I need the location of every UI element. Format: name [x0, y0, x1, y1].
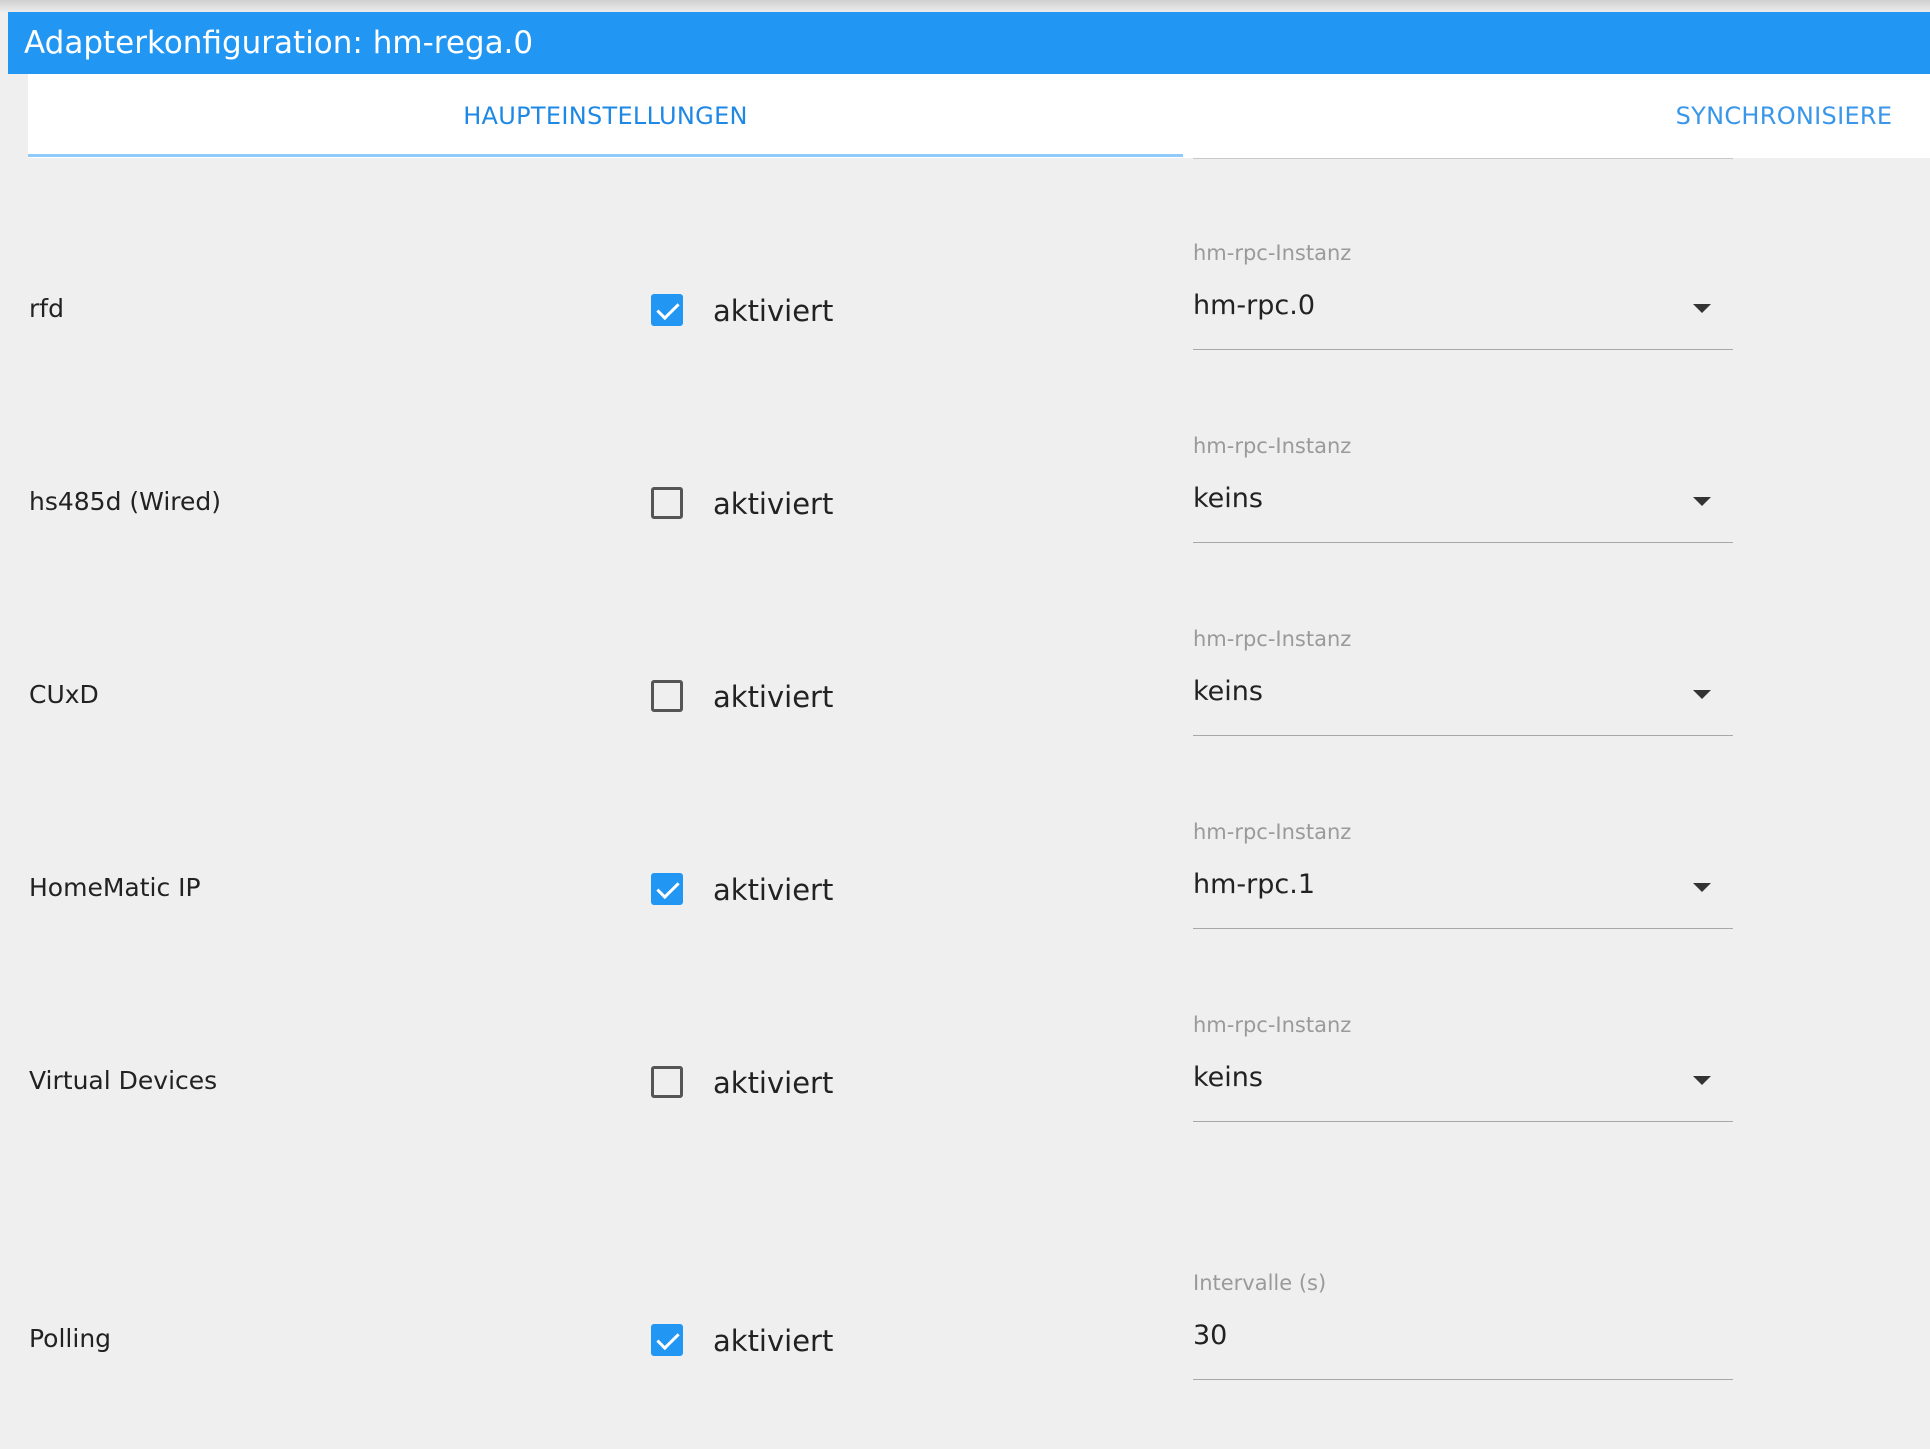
cuxd-checkbox[interactable]: [651, 680, 683, 712]
row-label: Virtual Devices: [29, 1066, 218, 1095]
divider: [1193, 158, 1733, 159]
setting-row-polling: Polling aktiviert Intervalle (s) 30: [0, 1271, 1930, 1396]
input-value[interactable]: 30: [1193, 1320, 1227, 1351]
checkbox-label: aktiviert: [713, 487, 834, 521]
setting-row-hs485d: hs485d (Wired) aktiviert hm-rpc-Instanz …: [0, 434, 1930, 559]
window-top-strip: [0, 0, 1930, 12]
hs485d-checkbox[interactable]: [651, 487, 683, 519]
active-tab-indicator: [28, 154, 1183, 157]
field-label: hm-rpc-Instanz: [1193, 434, 1352, 458]
tab-haupteinstellungen[interactable]: HAUPTEINSTELLUNGEN: [28, 74, 1183, 158]
checkbox-label: aktiviert: [713, 1324, 834, 1358]
dropdown-arrow-icon[interactable]: [1693, 690, 1711, 699]
row-label: rfd: [29, 294, 64, 323]
field-label: Intervalle (s): [1193, 1271, 1327, 1295]
dropdown-arrow-icon[interactable]: [1693, 1076, 1711, 1085]
checkbox-label: aktiviert: [713, 1066, 834, 1100]
field-underline: [1193, 928, 1733, 929]
field-underline: [1193, 542, 1733, 543]
dropdown-arrow-icon[interactable]: [1693, 304, 1711, 313]
dropdown-arrow-icon[interactable]: [1693, 883, 1711, 892]
select-value[interactable]: hm-rpc.0: [1193, 290, 1315, 321]
field-label: hm-rpc-Instanz: [1193, 241, 1352, 265]
field-label: hm-rpc-Instanz: [1193, 627, 1352, 651]
tab-synchronisiere[interactable]: SYNCHRONISIERE: [1648, 74, 1920, 158]
tab-bar: HAUPTEINSTELLUNGEN SYNCHRONISIERE: [28, 74, 1930, 158]
rfd-checkbox[interactable]: [651, 294, 683, 326]
row-label: Polling: [29, 1324, 112, 1353]
setting-row-rfd: rfd aktiviert hm-rpc-Instanz hm-rpc.0: [0, 241, 1930, 366]
setting-row-virtual-devices: Virtual Devices aktiviert hm-rpc-Instanz…: [0, 1013, 1930, 1138]
polling-checkbox[interactable]: [651, 1324, 683, 1356]
field-underline: [1193, 735, 1733, 736]
field-underline: [1193, 349, 1733, 350]
row-label: HomeMatic IP: [29, 873, 201, 902]
homematic-ip-checkbox[interactable]: [651, 873, 683, 905]
row-label: hs485d (Wired): [29, 487, 222, 516]
field-label: hm-rpc-Instanz: [1193, 820, 1352, 844]
dropdown-arrow-icon[interactable]: [1693, 497, 1711, 506]
select-value[interactable]: keins: [1193, 483, 1263, 514]
select-value[interactable]: keins: [1193, 1062, 1263, 1093]
setting-row-cuxd: CUxD aktiviert hm-rpc-Instanz keins: [0, 627, 1930, 752]
field-label: hm-rpc-Instanz: [1193, 1013, 1352, 1037]
checkbox-label: aktiviert: [713, 680, 834, 714]
row-label: CUxD: [29, 680, 99, 709]
checkbox-label: aktiviert: [713, 294, 834, 328]
dialog-title: Adapterkonfiguration: hm-rega.0: [8, 12, 1930, 74]
virtual-devices-checkbox[interactable]: [651, 1066, 683, 1098]
setting-row-homematic-ip: HomeMatic IP aktiviert hm-rpc-Instanz hm…: [0, 820, 1930, 945]
field-underline: [1193, 1379, 1733, 1380]
checkbox-label: aktiviert: [713, 873, 834, 907]
field-underline: [1193, 1121, 1733, 1122]
select-value[interactable]: keins: [1193, 676, 1263, 707]
select-value[interactable]: hm-rpc.1: [1193, 869, 1315, 900]
